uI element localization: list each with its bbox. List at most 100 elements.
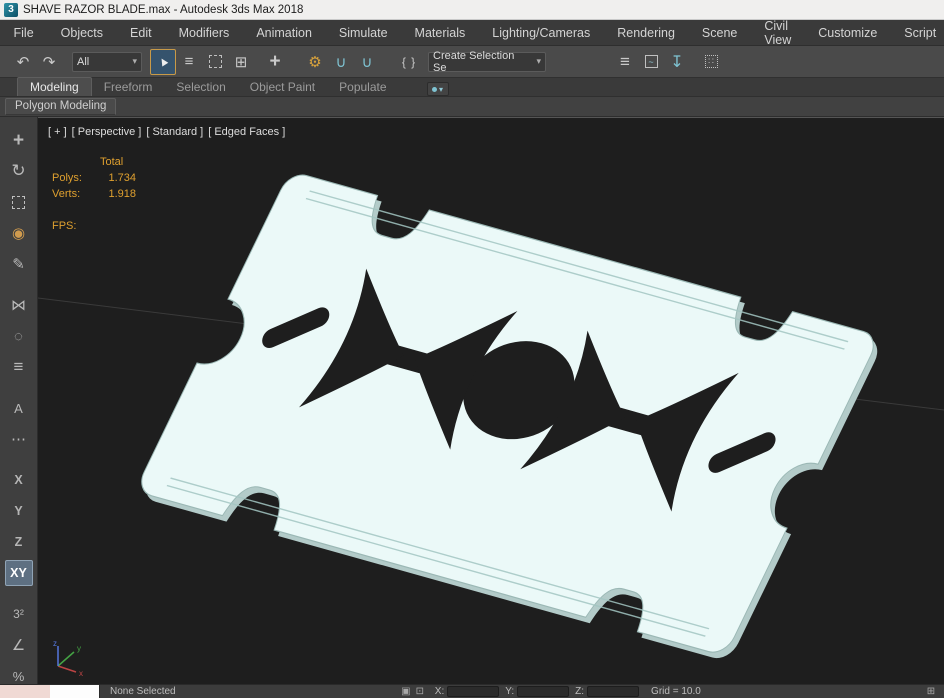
grid-size-label: Grid = 10.0	[651, 686, 701, 697]
percent-snap-button[interactable]: ∪	[354, 49, 380, 75]
title-bar: 3 SHAVE RAZOR BLADE.max - Autodesk 3ds M…	[0, 0, 944, 20]
angle-snap-button[interactable]: ∪	[328, 49, 354, 75]
menu-item-scene[interactable]: Scene	[688, 20, 750, 45]
menu-item-lighting-cameras[interactable]: Lighting/Cameras	[479, 20, 604, 45]
ellipsis-icon[interactable]: ⋯	[5, 426, 33, 452]
named-selection-sets-button[interactable]: { }	[396, 49, 422, 75]
pivot-center-icon[interactable]: ◉	[5, 220, 33, 246]
soft-selection-icon[interactable]: ◌	[5, 323, 33, 349]
coord-z-field[interactable]	[587, 686, 640, 697]
selection-filter-value: All	[77, 55, 90, 68]
ribbon-overflow-button[interactable]: ▾	[426, 82, 449, 96]
viewport-menu-pov[interactable]: [ Perspective ]	[72, 126, 142, 138]
panel-polygon-modeling[interactable]: Polygon Modeling	[5, 98, 117, 115]
maxscript-mini-listener[interactable]	[0, 685, 100, 698]
axis-constraint-y-button[interactable]: Y	[5, 498, 33, 524]
selection-region-icon[interactable]	[5, 189, 33, 215]
selection-filter-dropdown[interactable]: All ▾	[72, 51, 142, 72]
snaps-toggle-button[interactable]: ⚙	[302, 49, 328, 75]
mirror-tool-icon[interactable]: ⋈	[5, 292, 33, 318]
chevron-down-icon: ▾	[536, 56, 541, 66]
move-glyph: +	[12, 129, 25, 151]
named-selection-set-dropdown[interactable]: Create Selection Se ▾	[428, 49, 546, 74]
manipulate-tool-icon[interactable]: ✎	[5, 251, 33, 277]
stats-verts-label: Verts:	[52, 188, 81, 200]
select-object-button[interactable]: ▲	[150, 48, 176, 75]
window-crossing-button[interactable]: ⊞	[228, 49, 254, 75]
chevron-down-icon: ▾	[132, 56, 137, 66]
viewport-menu-shading[interactable]: [ Standard ]	[146, 126, 203, 138]
select-and-move-button[interactable]: +	[262, 49, 288, 75]
ribbon-tab-modeling[interactable]: Modeling	[17, 77, 92, 96]
text-tool-icon[interactable]: A	[5, 395, 33, 421]
ribbon-tab-selection[interactable]: Selection	[164, 78, 237, 96]
select-by-name-button[interactable]: ≡	[176, 49, 202, 75]
perspective-viewport[interactable]: [ + ] [ Perspective ] [ Standard ] [ Edg…	[38, 117, 944, 684]
chevron-down-icon: ▾	[439, 84, 444, 94]
ribbon-tab-object-paint[interactable]: Object Paint	[238, 78, 327, 96]
selection-lock-toggle[interactable]: ▣	[399, 686, 413, 698]
selection-region-button[interactable]	[202, 49, 228, 75]
ribbon-tab-populate[interactable]: Populate	[327, 78, 398, 96]
axis-constraint-z-button[interactable]: Z	[5, 529, 33, 555]
ribbon-tab-freeform[interactable]: Freeform	[92, 78, 165, 96]
layer-manager-button[interactable]: ≡	[612, 49, 638, 75]
menu-item-animation[interactable]: Animation	[243, 20, 326, 45]
world-axis-tripod: x y z	[53, 639, 83, 678]
coord-y-field[interactable]	[517, 686, 570, 697]
undo-icon[interactable]: ↶	[10, 49, 36, 75]
coord-x-label: X:	[434, 686, 445, 697]
coord-z-label: Z:	[575, 686, 585, 697]
menu-item-edit[interactable]: Edit	[117, 20, 166, 45]
schematic-icon: ∷	[704, 55, 718, 68]
coord-y-label: Y:	[505, 686, 515, 697]
app-icon: 3	[4, 2, 18, 17]
named-selection-set-value: Create Selection Se	[433, 49, 515, 74]
axis-constraint-xy-button[interactable]: XY	[4, 560, 33, 586]
menu-item-materials[interactable]: Materials	[401, 20, 479, 45]
workspace: + ↻ ◉ ✎ ⋈ ◌ ≡ A ⋯ X Y Z XY 3² ∠ % ↘ [ + …	[0, 117, 944, 684]
stats-total-header: Total	[100, 156, 124, 168]
move-tool-icon[interactable]: +	[5, 127, 33, 153]
marquee-icon	[12, 195, 25, 209]
razor-blade-model[interactable]	[133, 170, 886, 663]
viewport-menu-general[interactable]: [ + ]	[48, 126, 67, 138]
menu-item-objects[interactable]: Objects	[47, 20, 116, 45]
menu-item-civil-view[interactable]: Civil View	[751, 19, 805, 47]
stats-polys-value: 1.734	[108, 172, 136, 184]
schematic-view-button[interactable]: ∷	[698, 49, 724, 75]
curve-icon: ~	[644, 55, 658, 68]
listener-script-pane[interactable]	[49, 685, 99, 698]
curve-editor-button[interactable]: ~	[638, 49, 664, 75]
viewport-statistics: Total Polys: 1.734 Verts: 1.918 FPS:	[52, 154, 136, 234]
viewport-menu-display[interactable]: [ Edged Faces ]	[208, 126, 285, 138]
menu-item-customize[interactable]: Customize	[805, 20, 891, 45]
absolute-offset-toggle[interactable]: ⊡	[413, 686, 427, 698]
3dsmax-window: 3 SHAVE RAZOR BLADE.max - Autodesk 3ds M…	[0, 0, 944, 698]
menu-item-simulate[interactable]: Simulate	[325, 20, 401, 45]
angle-snap-toggle-icon[interactable]: ∠	[5, 632, 33, 658]
cursor-icon: ▲	[154, 52, 172, 71]
grid-toggle-icon[interactable]: ⊞	[924, 686, 938, 698]
left-toolbar: + ↻ ◉ ✎ ⋈ ◌ ≡ A ⋯ X Y Z XY 3² ∠ % ↘	[0, 117, 38, 684]
stats-fps-label: FPS:	[52, 220, 77, 232]
minimize-ribbon-button[interactable]: ↧	[664, 49, 690, 75]
prompt-line: None Selected	[110, 686, 176, 697]
redo-icon[interactable]: ↷	[36, 49, 62, 75]
viewport-canvas[interactable]	[38, 118, 944, 684]
main-toolbar: ↶ ↷ All ▾ ▲ ≡ ⊞ + ⚙ ∪ ∪ { } Create Selec…	[0, 46, 944, 78]
rotate-tool-icon[interactable]: ↻	[5, 158, 33, 184]
menu-item-rendering[interactable]: Rendering	[604, 20, 689, 45]
status-bar: None Selected ▣ ⊡ X: Y: Z: Grid = 10.0 ⊞	[0, 684, 944, 698]
listener-macro-pane[interactable]	[0, 685, 50, 698]
snap-3d-toggle-icon[interactable]: 3²	[5, 601, 33, 627]
marquee-icon	[208, 55, 222, 68]
stack-list-icon[interactable]: ≡	[5, 354, 33, 380]
menu-item-file[interactable]: File	[0, 20, 47, 45]
coord-x-field[interactable]	[447, 686, 500, 697]
menu-item-modifiers[interactable]: Modifiers	[165, 20, 243, 45]
dot-icon	[432, 86, 437, 92]
menu-bar: File Objects Edit Modifiers Animation Si…	[0, 19, 944, 47]
menu-item-script[interactable]: Script	[891, 20, 944, 45]
axis-constraint-x-button[interactable]: X	[5, 467, 33, 493]
